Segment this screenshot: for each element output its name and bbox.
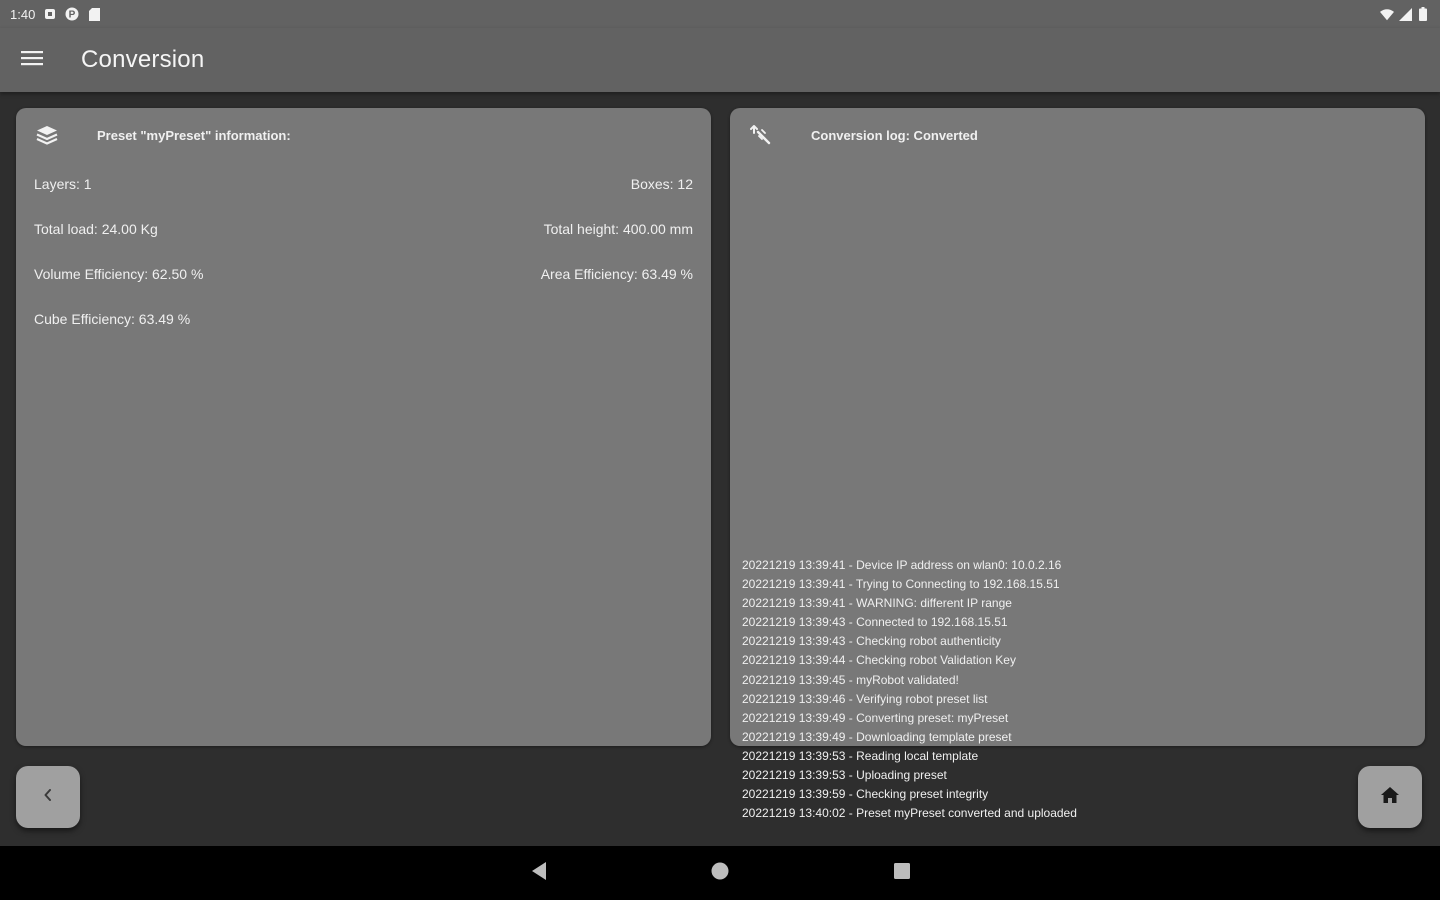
volume-efficiency-value: Volume Efficiency: 62.50 % <box>34 266 204 282</box>
log-entry: 20221219 13:39:44 - Checking robot Valid… <box>742 653 1016 668</box>
log-entry: 20221219 13:40:02 - Preset myPreset conv… <box>742 806 1077 821</box>
log-entry: 20221219 13:39:43 - Connected to 192.168… <box>742 615 1008 630</box>
page-title: Conversion <box>81 46 205 73</box>
log-entry: 20221219 13:39:46 - Verifying robot pres… <box>742 691 988 706</box>
conversion-log-list: 20221219 13:39:41 - Device IP address on… <box>742 556 1407 823</box>
battery-icon <box>1416 7 1430 21</box>
status-time: 1:40 <box>10 6 36 22</box>
nav-back-icon <box>530 861 548 886</box>
log-card-title: Conversion log: Converted <box>811 127 978 143</box>
app-p-icon: P <box>65 7 79 21</box>
log-entry: 20221219 13:39:49 - Converting preset: m… <box>742 710 1009 725</box>
conversion-icon <box>748 122 774 148</box>
status-left: 1:40 P <box>10 7 101 22</box>
log-entry: 20221219 13:39:41 - Device IP address on… <box>742 558 1062 572</box>
home-button[interactable] <box>1358 766 1422 828</box>
log-entry: 20221219 13:39:41 - Trying to Connecting… <box>742 577 1060 592</box>
log-entry: 20221219 13:39:53 - Uploading preset <box>742 768 947 783</box>
preset-card-title: Preset "myPreset" information: <box>97 127 291 143</box>
nav-recents-button[interactable] <box>889 860 915 886</box>
info-row-cube: Cube Efficiency: 63.49 % <box>34 309 693 329</box>
conversion-log-card: Conversion log: Converted 20221219 13:39… <box>730 108 1425 820</box>
svg-text:P: P <box>69 10 76 21</box>
wifi-icon <box>1380 7 1394 21</box>
log-entry: 20221219 13:39:45 - myRobot validated! <box>742 672 959 687</box>
nav-home-icon <box>710 861 730 886</box>
nav-home-button[interactable] <box>707 860 733 886</box>
status-bar: 1:40 P <box>0 0 1440 28</box>
home-icon <box>1381 786 1399 808</box>
preset-card-header: Preset "myPreset" information: <box>34 122 693 148</box>
cube-efficiency-value: Cube Efficiency: 63.49 % <box>34 311 191 327</box>
layers-value: Layers: 1 <box>34 176 92 192</box>
total-load-value: Total load: 24.00 Kg <box>34 221 158 237</box>
info-row-layers-boxes: Layers: 1 Boxes: 12 <box>34 174 693 194</box>
app-bar: Conversion <box>0 28 1440 92</box>
system-nav-bar <box>0 846 1440 900</box>
notification-icon <box>43 7 57 21</box>
hamburger-menu-icon <box>21 50 43 71</box>
nav-back-button[interactable] <box>526 860 552 886</box>
total-height-value: Total height: 400.00 mm <box>543 221 693 237</box>
boxes-value: Boxes: 12 <box>630 176 693 192</box>
back-button[interactable] <box>16 766 80 828</box>
area-efficiency-value: Area Efficiency: 63.49 % <box>540 266 693 282</box>
log-entry: 20221219 13:39:53 - Reading local templa… <box>742 748 979 763</box>
sd-card-icon <box>87 7 101 21</box>
preset-info-card: Preset "myPreset" information: Layers: 1… <box>16 108 711 746</box>
chevron-left-icon <box>43 788 53 806</box>
log-entry: 20221219 13:39:59 - Checking preset inte… <box>742 787 989 802</box>
cell-signal-icon <box>1398 7 1412 21</box>
log-entry: 20221219 13:39:41 - WARNING: different I… <box>742 596 1012 611</box>
menu-button[interactable] <box>0 28 64 92</box>
info-row-load-height: Total load: 24.00 Kg Total height: 400.0… <box>34 219 693 239</box>
log-entry: 20221219 13:39:43 - Checking robot authe… <box>742 634 1001 649</box>
log-entry: 20221219 13:39:49 - Downloading template… <box>742 729 1012 744</box>
layers-icon <box>34 122 60 148</box>
info-row-efficiency: Volume Efficiency: 62.50 % Area Efficien… <box>34 264 693 284</box>
log-card-header: Conversion log: Converted <box>748 122 1407 148</box>
status-right <box>1380 7 1430 21</box>
nav-recents-icon <box>892 861 912 886</box>
